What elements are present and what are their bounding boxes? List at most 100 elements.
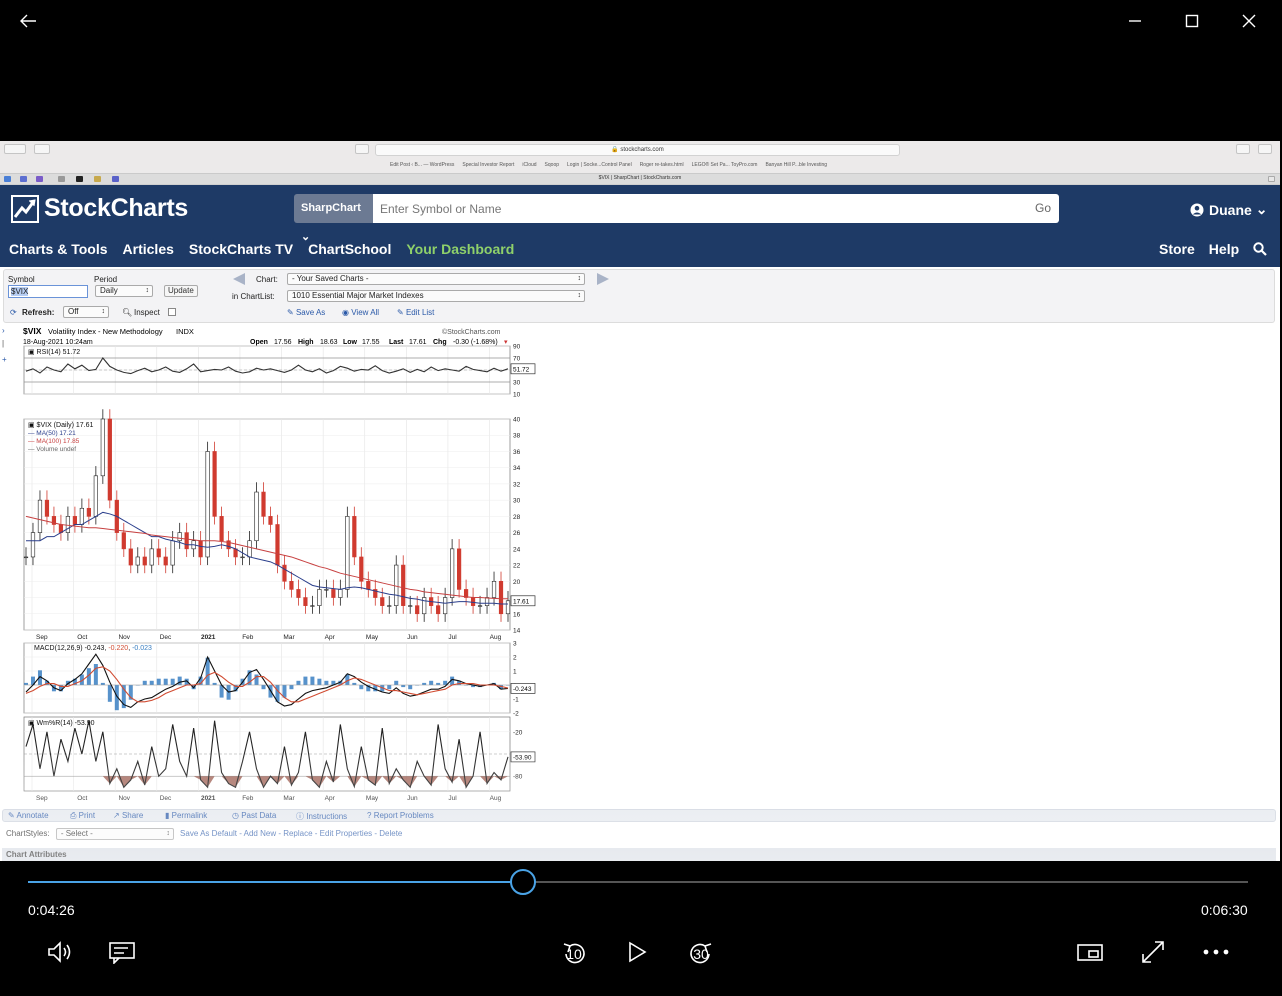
x-tick-label: Nov — [118, 795, 130, 802]
nav-help[interactable]: Help — [1209, 241, 1239, 257]
bookmark-item[interactable]: Edit Post ‹ B... — WordPress — [390, 162, 454, 168]
chart-datetime: 18-Aug-2021 10:24am — [23, 339, 93, 346]
nav-your-dashboard[interactable]: Your Dashboard — [406, 241, 514, 257]
sharpchart-dropdown[interactable]: SharpChart ⌄ — [294, 194, 373, 243]
saved-charts-select[interactable]: - Your Saved Charts - — [287, 273, 585, 285]
seek-bar-fill — [28, 881, 524, 883]
nav-chartschool[interactable]: ChartSchool — [308, 241, 391, 257]
back-arrow-icon[interactable] — [12, 6, 44, 36]
video-player-window: 🔒 stockcharts.com Edit Post ‹ B... — Wor… — [0, 0, 1282, 996]
nav-stockcharts-tv[interactable]: StockCharts TV — [189, 241, 293, 257]
bookmark-item[interactable]: iCloud — [522, 162, 536, 168]
browser-back-forward-button[interactable] — [4, 144, 26, 154]
chart-controls-panel: Symbol $VIX Period Daily Update ⟳ Refres… — [3, 269, 1275, 323]
bookmark-item[interactable]: Roger re-takes.html — [640, 162, 684, 168]
price-candle-body — [310, 605, 315, 607]
symbol-search-input[interactable] — [373, 194, 1059, 223]
bookmark-item[interactable]: LEGO® Set Pa... ToyPro.com — [692, 162, 758, 168]
more-options-button[interactable] — [1200, 934, 1232, 970]
printer-icon: ⎙ — [70, 811, 77, 820]
chartstyles-links[interactable]: Save As Default - Add New - Replace - Ed… — [180, 829, 402, 838]
price-candle-body — [289, 581, 294, 590]
bookmarks-bar: Edit Post ‹ B... — WordPress Special Inve… — [390, 162, 835, 168]
nav-charts-tools[interactable]: Charts & Tools — [9, 241, 108, 257]
nav-store[interactable]: Store — [1159, 241, 1195, 257]
report-problems-label: Report Problems — [373, 811, 434, 820]
refresh-icon[interactable]: ⟳ — [10, 308, 17, 317]
print-button[interactable]: ⎙ Print — [70, 811, 95, 821]
chartstyles-select-value: - Select - — [60, 829, 93, 838]
skip-back-button[interactable]: 10 — [556, 934, 592, 974]
chartlist-select[interactable]: 1010 Essential Major Market Indexes — [287, 290, 585, 302]
price-candle-body — [37, 499, 43, 533]
period-select[interactable]: Daily — [95, 285, 153, 297]
chartstyles-select[interactable]: - Select - ↕ — [55, 828, 174, 840]
seek-thumb[interactable] — [510, 869, 537, 895]
symbol-input[interactable]: $VIX — [8, 285, 88, 298]
close-icon[interactable] — [1233, 6, 1265, 36]
macd-hist-bar — [422, 682, 427, 685]
y-tick-label: 36 — [513, 449, 521, 456]
price-candle-body — [72, 516, 77, 525]
play-button[interactable] — [622, 934, 652, 970]
skip-forward-button[interactable]: 30 — [683, 934, 719, 974]
macd-hist-bar — [170, 678, 175, 685]
go-button[interactable]: Go — [1035, 194, 1051, 223]
share-icon[interactable] — [1236, 144, 1250, 154]
symbol-value: $VIX — [11, 287, 29, 296]
annotate-button[interactable]: ✎ Annotate — [8, 811, 49, 820]
active-tab-title[interactable]: $VIX | SharpChart | StockCharts.com — [0, 175, 1280, 181]
maximize-icon[interactable] — [1176, 6, 1208, 36]
search-icon[interactable] — [1253, 242, 1267, 256]
update-button[interactable]: Update — [164, 285, 198, 297]
report-problems-button[interactable]: ? Report Problems — [367, 811, 434, 820]
prev-chart-arrow-icon[interactable] — [233, 273, 245, 285]
volume-button[interactable] — [44, 934, 76, 970]
privacy-icon[interactable] — [355, 144, 369, 154]
price-candle-body — [156, 548, 161, 558]
user-menu[interactable]: Duane ⌄ — [1190, 201, 1268, 218]
y-tick-label: 26 — [513, 530, 521, 537]
sharpchart[interactable]: $VIX Volatility Index - New Methodology … — [0, 323, 540, 808]
bookmark-item[interactable]: Sqoop — [545, 162, 559, 168]
y-tick-label: 10 — [513, 392, 521, 399]
video-frame[interactable]: 🔒 stockcharts.com Edit Post ‹ B... — Wor… — [0, 141, 1280, 861]
save-as-link[interactable]: ✎ Save As — [287, 308, 325, 317]
refresh-select[interactable]: Off — [63, 306, 109, 318]
price-candle-body — [352, 516, 357, 558]
tab-bar: $VIX | SharpChart | StockCharts.com — [0, 173, 1280, 184]
symbol-label: Symbol — [8, 275, 35, 284]
permalink-button[interactable]: ▮ Permalink — [165, 811, 207, 820]
new-tab-icon[interactable] — [1268, 176, 1275, 182]
y-tick-label: 16 — [513, 611, 521, 618]
share-button[interactable]: ↗ Share — [113, 811, 143, 820]
bookmark-item[interactable]: Login | Socke...Control Panel — [567, 162, 632, 168]
chart-svg: $VIX Volatility Index - New Methodology … — [23, 326, 536, 802]
macd-hist-bar — [436, 682, 441, 685]
next-chart-arrow-icon[interactable] — [597, 273, 609, 285]
inspect-checkbox[interactable] — [168, 308, 176, 316]
tabs-icon[interactable] — [1258, 144, 1272, 154]
minimize-icon[interactable] — [1119, 6, 1151, 36]
macd-hist-bar — [429, 680, 434, 685]
macd-hist-bar — [24, 682, 28, 685]
chg-value: -0.30 (-1.68%) — [453, 339, 498, 346]
nav-articles[interactable]: Articles — [123, 241, 174, 257]
mini-view-button[interactable] — [1074, 934, 1106, 970]
chart-attributes-header[interactable]: Chart Attributes — [2, 848, 1276, 861]
stockcharts-logo[interactable]: StockCharts — [11, 194, 188, 223]
play-icon — [629, 941, 647, 963]
sidebar-toggle-button[interactable] — [34, 144, 50, 154]
bookmark-item[interactable]: Special Investor Report — [462, 162, 514, 168]
view-all-link[interactable]: ◉ View All — [342, 308, 379, 317]
instructions-button[interactable]: ⓘ Instructions — [296, 811, 347, 822]
seek-bar[interactable] — [28, 881, 1248, 883]
past-data-button[interactable]: ◷ Past Data — [232, 811, 276, 820]
bookmark-item[interactable]: Banyan Hill P...ble Investing — [765, 162, 827, 168]
fullscreen-button[interactable] — [1137, 934, 1169, 970]
price-candle-body — [247, 540, 252, 558]
edit-list-link[interactable]: ✎ Edit List — [397, 308, 434, 317]
captions-button[interactable] — [106, 934, 138, 970]
macd-hist-bar — [310, 676, 315, 685]
url-bar[interactable]: 🔒 stockcharts.com — [375, 144, 900, 156]
